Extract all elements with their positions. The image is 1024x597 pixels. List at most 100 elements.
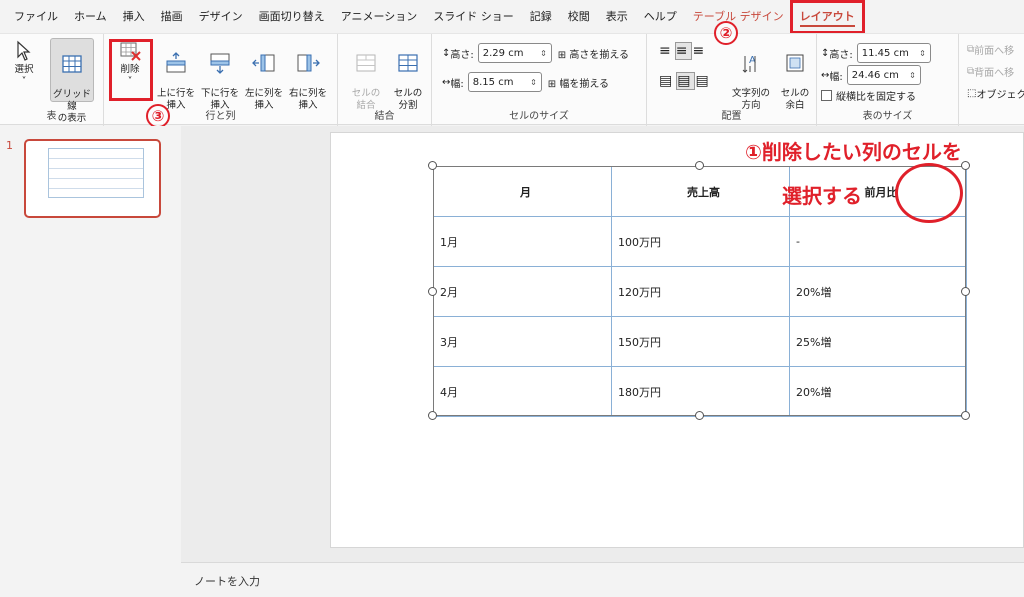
table-cell[interactable]: 3月	[433, 316, 612, 367]
table-height-row: ↕ 高さ: 11.45 cm ⇕	[821, 43, 931, 63]
resize-handle[interactable]	[428, 161, 437, 170]
vertical-align-buttons: ▤ ▤ ▤	[659, 72, 713, 90]
table-width-field[interactable]: 24.46 cm ⇕	[846, 65, 921, 85]
column-width-icon: ↔	[821, 69, 830, 81]
table-cell[interactable]: 4月	[433, 366, 612, 417]
align-left-icon[interactable]: ≡	[659, 43, 675, 59]
tab-record[interactable]: 記録	[522, 5, 560, 29]
selection-pane-icon: ⬚	[967, 88, 977, 99]
gridlines-button[interactable]: グリッド線 の表示	[50, 38, 94, 124]
insert-row-above-icon	[166, 52, 186, 73]
resize-handle[interactable]	[695, 161, 704, 170]
align-right-icon[interactable]: ≡	[692, 43, 708, 59]
slide-number: 1	[6, 139, 13, 152]
group-label-alignment: 配置	[721, 111, 742, 122]
table-width-value: 24.46 cm	[851, 69, 899, 81]
lock-aspect-ratio-label: 縦横比を固定する	[836, 92, 916, 103]
lock-aspect-ratio-checkbox[interactable]: 縦横比を固定する	[821, 88, 916, 103]
spinner-arrows-icon[interactable]: ⇕	[919, 49, 926, 58]
table-header-cell[interactable]: 売上高	[611, 166, 790, 217]
insert-column-left-button[interactable]: 左に列を 挿入	[244, 38, 284, 111]
cell-width-field[interactable]: 8.15 cm ⇕	[467, 72, 542, 92]
bring-forward-label: 前面へ移	[974, 46, 1015, 57]
resize-handle[interactable]	[428, 411, 437, 420]
spinner-arrows-icon[interactable]: ⇕	[540, 49, 547, 58]
table-height-label: 高さ:	[829, 49, 853, 61]
table-row: 3月 150万円 25%増	[433, 316, 967, 367]
group-merge: セルの 結合 セルの 分割 結合	[338, 34, 432, 126]
tab-view[interactable]: 表示	[598, 5, 636, 29]
select-button[interactable]: 選択 ˅	[8, 38, 40, 102]
cell-width-label: 幅:	[450, 78, 464, 90]
distribute-rows-button[interactable]: ⊞ 高さを揃える	[558, 46, 629, 61]
group-table-size: ↕ 高さ: 11.45 cm ⇕ ↔ 幅: 24.46 cm ⇕ 縦横比を固定す…	[817, 34, 959, 126]
table-cell[interactable]: 1月	[433, 216, 612, 267]
table-cell[interactable]: 180万円	[611, 366, 790, 417]
distribute-columns-button[interactable]: ⊞ 幅を揃える	[548, 75, 609, 90]
table-cell[interactable]: 20%増	[789, 366, 967, 417]
text-direction-icon: A	[742, 55, 756, 73]
tab-design[interactable]: デザイン	[191, 5, 251, 29]
notes-placeholder: ノートを入力	[194, 575, 260, 588]
annotation-circle	[895, 163, 963, 223]
distribute-columns-icon: ⊞	[547, 78, 557, 90]
distribute-rows-icon: ⊞	[557, 49, 567, 61]
text-direction-button[interactable]: A 文字列の 方向	[731, 38, 771, 111]
annotation-step-2: ②	[714, 21, 738, 45]
column-width-icon: ↔	[442, 76, 451, 88]
resize-handle[interactable]	[961, 161, 970, 170]
tab-insert[interactable]: 挿入	[115, 5, 153, 29]
align-center-icon[interactable]: ≡	[674, 42, 693, 60]
slide-thumbnail[interactable]	[24, 139, 161, 218]
insert-column-left-icon	[252, 54, 275, 72]
send-backward-button[interactable]: ⧉ 背面へ移	[967, 64, 1014, 79]
notes-pane[interactable]: ノートを入力	[181, 562, 1024, 597]
ribbon-tab-bar: ファイル ホーム 挿入 描画 デザイン 画面切り替え アニメーション スライド …	[0, 0, 1024, 34]
table-cell[interactable]: 25%増	[789, 316, 967, 367]
row-height-icon: ↕	[442, 47, 451, 59]
tab-home[interactable]: ホーム	[66, 5, 115, 29]
merge-cells-button[interactable]: セルの 結合	[346, 38, 386, 111]
thumbnail-row	[49, 169, 143, 179]
bring-forward-button[interactable]: ⧉ 前面へ移	[967, 42, 1014, 57]
tab-review[interactable]: 校閲	[560, 5, 598, 29]
tab-file[interactable]: ファイル	[6, 5, 66, 29]
table-cell[interactable]: -	[789, 216, 967, 267]
table-cell[interactable]: 150万円	[611, 316, 790, 367]
group-rows-columns: 削除 ˅ 上に行を 挿入 下に行を 挿入 左に列を 挿入 右に列を 挿入 行と列	[104, 34, 338, 126]
align-bottom-icon[interactable]: ▤	[695, 73, 712, 89]
resize-handle[interactable]	[428, 287, 437, 296]
split-cells-button[interactable]: セルの 分割	[388, 38, 428, 111]
insert-row-below-button[interactable]: 下に行を 挿入	[200, 38, 240, 111]
resize-handle[interactable]	[961, 411, 970, 420]
tab-table-design[interactable]: テーブル デザイン	[685, 5, 792, 29]
table-cell[interactable]: 2月	[433, 266, 612, 317]
tab-transitions[interactable]: 画面切り替え	[251, 5, 333, 29]
table-row: 2月 120万円 20%増	[433, 266, 967, 317]
table-cell[interactable]: 20%増	[789, 266, 967, 317]
resize-handle[interactable]	[961, 287, 970, 296]
selection-pane-button[interactable]: ⬚ オブジェク	[967, 86, 1024, 101]
tab-draw[interactable]: 描画	[153, 5, 191, 29]
table-header-cell[interactable]: 月	[433, 166, 612, 217]
checkbox-box[interactable]	[821, 90, 832, 101]
spinner-arrows-icon[interactable]: ⇕	[909, 71, 916, 80]
horizontal-align-buttons: ≡ ≡ ≡	[659, 42, 708, 60]
cell-margins-button[interactable]: セルの 余白	[775, 38, 815, 111]
table-height-field[interactable]: 11.45 cm ⇕	[856, 43, 931, 63]
data-table[interactable]: 月 売上高 前月比 1月 100万円 - 2月 120万円 20%増 3月 15…	[433, 166, 967, 417]
table-cell[interactable]: 120万円	[611, 266, 790, 317]
table-cell[interactable]: 100万円	[611, 216, 790, 267]
align-top-icon[interactable]: ▤	[659, 73, 676, 89]
insert-row-above-button[interactable]: 上に行を 挿入	[156, 38, 196, 111]
tab-help[interactable]: ヘルプ	[636, 5, 685, 29]
insert-column-right-button[interactable]: 右に列を 挿入	[288, 38, 328, 111]
tab-animations[interactable]: アニメーション	[333, 5, 426, 29]
align-middle-icon[interactable]: ▤	[676, 72, 696, 90]
spinner-arrows-icon[interactable]: ⇕	[530, 78, 537, 87]
tab-layout[interactable]: レイアウト	[789, 0, 865, 34]
tab-slideshow[interactable]: スライド ショー	[425, 5, 522, 29]
resize-handle[interactable]	[695, 411, 704, 420]
cell-height-field[interactable]: 2.29 cm ⇕	[477, 43, 552, 63]
annotation-step-1-line-2: 選択する	[782, 184, 862, 208]
